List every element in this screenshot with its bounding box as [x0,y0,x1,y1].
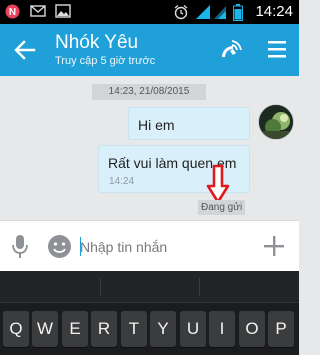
svg-text:N: N [9,7,16,18]
suggestion-divider [100,278,101,296]
notification-n-icon: N [5,4,20,19]
key-r[interactable]: R [91,311,117,347]
message-text: Hi em [138,117,175,133]
key-t[interactable]: T [121,311,147,347]
microphone-icon[interactable] [11,234,29,260]
last-seen-subtitle: Truy cập 5 giờ trước [55,55,156,67]
wifi-icon [214,6,226,19]
menu-icon[interactable] [266,39,288,59]
keyboard: Q W E R T Y U I O P [0,271,299,355]
emoji-icon[interactable] [47,234,72,259]
status-time: 14:24 [255,3,293,20]
suggestion-strip[interactable] [0,271,299,303]
message-time: 14:24 [109,176,135,187]
key-y[interactable]: Y [150,311,176,347]
key-p[interactable]: P [268,311,294,347]
app-bar: Nhók Yêu Truy cập 5 giờ trước [0,24,299,76]
keyboard-row-qwerty: Q W E R T Y U I O P [0,311,299,355]
avatar[interactable] [258,104,294,140]
add-icon[interactable] [262,234,286,258]
gallery-icon [55,4,71,18]
message-bubble[interactable]: Hi em [128,107,250,140]
sending-status: Đang gửi [198,200,246,215]
key-w[interactable]: W [32,311,58,347]
message-input-bar [0,220,299,271]
email-icon [30,5,46,17]
signal-icon [196,5,210,19]
voice-call-icon[interactable] [218,37,244,63]
date-stamp: 14:23, 21/08/2015 [92,84,206,100]
avatar-image [259,105,293,139]
key-o[interactable]: O [239,311,265,347]
key-i[interactable]: I [209,311,235,347]
status-bar: N 14:24 [0,0,299,24]
key-q[interactable]: Q [3,311,29,347]
back-arrow-icon[interactable] [13,38,37,62]
chat-area[interactable]: 14:23, 21/08/2015 Hi em Rất vui làm quen… [0,76,299,220]
key-e[interactable]: E [62,311,88,347]
conversation-title[interactable]: Nhók Yêu [55,32,138,54]
battery-icon [233,4,243,21]
red-arrow-annotation [206,164,230,204]
message-input[interactable] [80,232,250,262]
alarm-icon [174,5,188,20]
key-u[interactable]: U [180,311,206,347]
suggestion-divider [199,278,200,296]
